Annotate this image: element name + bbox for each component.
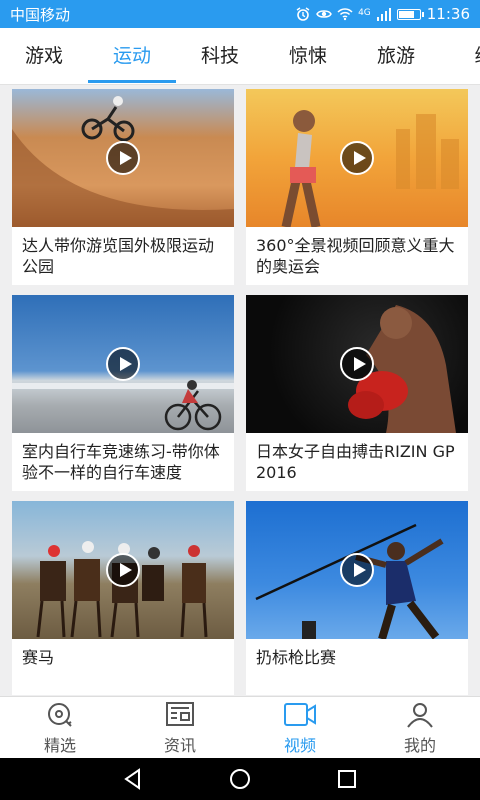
video-icon: [284, 702, 316, 726]
nav-label: 资讯: [163, 735, 196, 755]
nav-item-featured[interactable]: 精选: [0, 697, 120, 759]
video-card[interactable]: 达人带你游览国外极限运动公园: [12, 89, 234, 285]
video-card[interactable]: 赛马: [12, 501, 234, 695]
nav-label: 我的: [403, 735, 436, 755]
system-nav-bar: [0, 758, 480, 800]
battery-icon: [396, 8, 424, 20]
play-icon[interactable]: [340, 347, 374, 381]
status-bar: 中国移动 4G 11:36: [0, 0, 480, 28]
signal-icon: [376, 8, 391, 21]
status-icons: 4G: [295, 6, 424, 22]
nav-item-news[interactable]: 资讯: [120, 697, 240, 759]
tab-tech[interactable]: 科技: [176, 28, 264, 84]
back-icon[interactable]: [121, 767, 145, 791]
video-card[interactable]: 室内自行车竞速练习-带你体验不一样的自行车速度: [12, 295, 234, 491]
profile-icon: [407, 702, 433, 728]
tab-sports[interactable]: 运动: [88, 28, 176, 84]
discover-icon: [48, 702, 72, 727]
play-icon[interactable]: [106, 553, 140, 587]
clock: 11:36: [426, 5, 470, 23]
recents-icon[interactable]: [335, 767, 359, 791]
video-thumbnail[interactable]: [246, 295, 468, 433]
nav-item-profile[interactable]: 我的: [360, 697, 480, 759]
video-thumbnail[interactable]: [246, 89, 468, 227]
nav-label: 精选: [43, 735, 76, 755]
carrier-name: 中国移动: [10, 5, 71, 24]
network-type: 4G: [358, 8, 371, 18]
category-tabs: 游戏 运动 科技 惊悚 旅游 综: [0, 28, 480, 85]
tab-games[interactable]: 游戏: [0, 28, 88, 84]
tab-travel[interactable]: 旅游: [352, 28, 440, 84]
video-title[interactable]: 室内自行车竞速练习-带你体验不一样的自行车速度: [12, 433, 234, 491]
video-title[interactable]: 360°全景视频回顾意义重大的奥运会: [246, 227, 468, 285]
video-thumbnail[interactable]: [246, 501, 468, 639]
video-thumbnail[interactable]: [12, 295, 234, 433]
video-title[interactable]: 扔标枪比赛: [246, 639, 468, 695]
nav-item-video[interactable]: 视频: [240, 697, 360, 759]
video-title[interactable]: 达人带你游览国外极限运动公园: [12, 227, 234, 285]
home-icon[interactable]: [228, 767, 252, 791]
news-icon: [166, 701, 194, 726]
video-card[interactable]: 扔标枪比赛: [246, 501, 468, 695]
video-card[interactable]: 日本女子自由搏击RIZIN GP 2016: [246, 295, 468, 491]
play-icon[interactable]: [106, 141, 140, 175]
video-feed[interactable]: 达人带你游览国外极限运动公园 360°全景视频回顾意义重大的奥运会 室内自行车竞…: [0, 85, 480, 695]
battery-level: [398, 10, 414, 18]
nav-label: 视频: [283, 735, 316, 755]
eye-comfort-icon: [316, 10, 332, 18]
wifi-icon: [337, 8, 353, 21]
alarm-icon: [296, 7, 310, 21]
video-thumbnail[interactable]: [12, 89, 234, 227]
tab-thriller[interactable]: 惊悚: [264, 28, 352, 84]
video-thumbnail[interactable]: [12, 501, 234, 639]
video-card[interactable]: 360°全景视频回顾意义重大的奥运会: [246, 89, 468, 285]
play-icon[interactable]: [340, 553, 374, 587]
tab-variety[interactable]: 综: [440, 28, 480, 84]
bottom-nav: 精选 资讯 视频 我的: [0, 696, 480, 759]
play-icon[interactable]: [106, 347, 140, 381]
active-tab-indicator: [88, 80, 176, 83]
play-icon[interactable]: [340, 141, 374, 175]
status-right: 4G 11:36: [295, 5, 470, 23]
video-title[interactable]: 日本女子自由搏击RIZIN GP 2016: [246, 433, 468, 491]
video-title[interactable]: 赛马: [12, 639, 234, 695]
